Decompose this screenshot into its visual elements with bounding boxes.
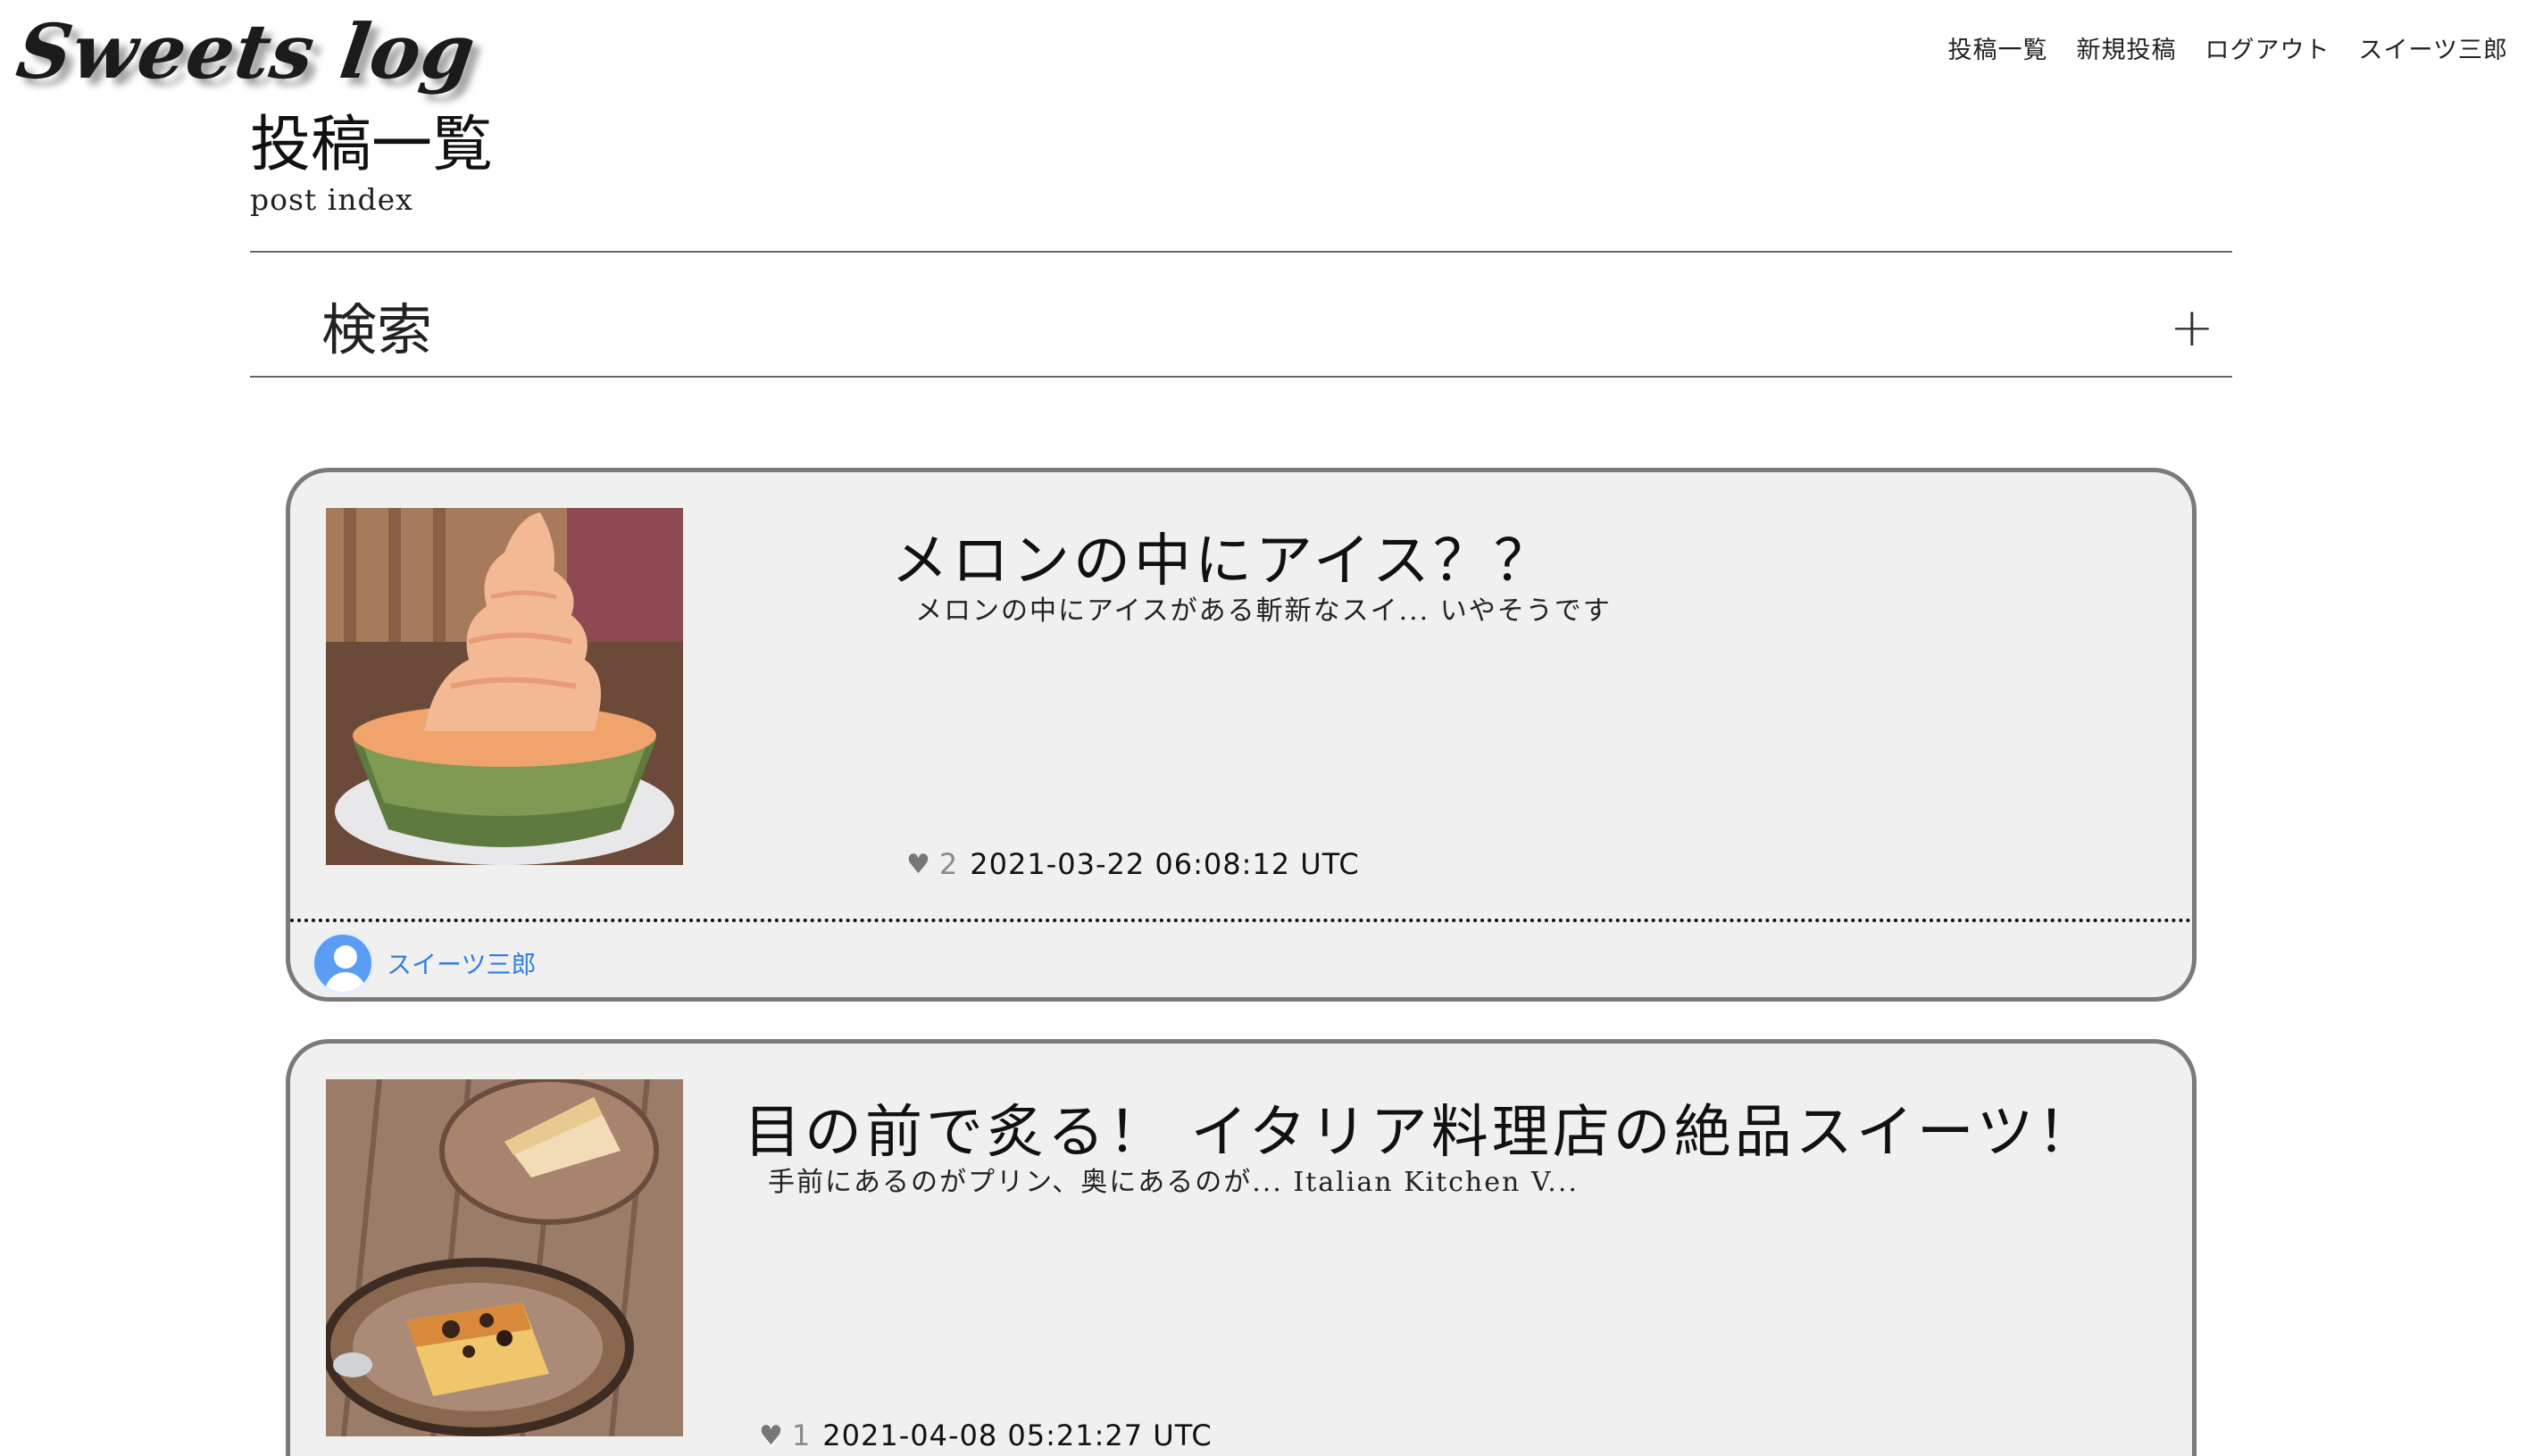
- post-author[interactable]: スイーツ三郎: [312, 932, 536, 994]
- post-excerpt: 手前にあるのがプリン、奥にあるのが... Italian Kitchen V..…: [768, 1167, 1579, 1198]
- post-card[interactable]: 目の前で炙る！ イタリア料理店の絶品スイーツ！ 手前にあるのがプリン、奥にあるの…: [286, 1039, 2197, 1456]
- post-thumbnail[interactable]: [326, 508, 683, 865]
- post-excerpt: メロンの中にアイスがある斬新なスイ... いやそうです: [915, 595, 1612, 627]
- post-timestamp: 2021-03-22 06:08:12 UTC: [970, 847, 1360, 881]
- search-label: 検索: [321, 297, 433, 362]
- like-count: 2: [938, 847, 958, 881]
- post-title[interactable]: 目の前で炙る！ イタリア料理店の絶品スイーツ！: [744, 1086, 2098, 1169]
- nav-new-post[interactable]: 新規投稿: [2077, 30, 2177, 65]
- search-accordion[interactable]: 検索 +: [250, 251, 2232, 378]
- nav-logout[interactable]: ログアウト: [2205, 30, 2330, 65]
- page-subtitle: post index: [250, 182, 413, 217]
- like-count: 1: [791, 1419, 811, 1452]
- post-card[interactable]: メロンの中にアイス？？ メロンの中にアイスがある斬新なスイ... いやそうです …: [286, 468, 2197, 1002]
- post-title[interactable]: メロンの中にアイス？？: [891, 515, 1555, 597]
- post-timestamp: 2021-04-08 05:21:27 UTC: [822, 1419, 1213, 1452]
- author-name-link[interactable]: スイーツ三郎: [387, 945, 536, 981]
- site-logo[interactable]: Sweets log: [12, 7, 481, 96]
- top-nav: 投稿一覧 新規投稿 ログアウト スイーツ三郎: [1948, 30, 2508, 65]
- nav-post-index[interactable]: 投稿一覧: [1948, 30, 2048, 65]
- post-meta: ♥ 2 2021-03-22 06:08:12 UTC: [906, 847, 1360, 881]
- pudding-cheesecake-photo: [326, 1079, 683, 1436]
- nav-user[interactable]: スイーツ三郎: [2359, 30, 2508, 65]
- post-thumbnail[interactable]: [326, 1079, 683, 1436]
- plus-icon[interactable]: +: [2170, 301, 2214, 354]
- avatar[interactable]: [312, 932, 374, 994]
- page-title: 投稿一覧: [250, 110, 494, 180]
- post-meta: ♥ 1 2021-04-08 05:21:27 UTC: [759, 1419, 1213, 1452]
- card-divider: [290, 919, 2192, 922]
- heart-icon[interactable]: ♥: [759, 1420, 783, 1452]
- melon-soft-serve-photo: [326, 508, 683, 865]
- heart-icon[interactable]: ♥: [906, 849, 930, 880]
- page: Sweets log 投稿一覧 新規投稿 ログアウト スイーツ三郎 投稿一覧 p…: [0, 0, 2526, 1456]
